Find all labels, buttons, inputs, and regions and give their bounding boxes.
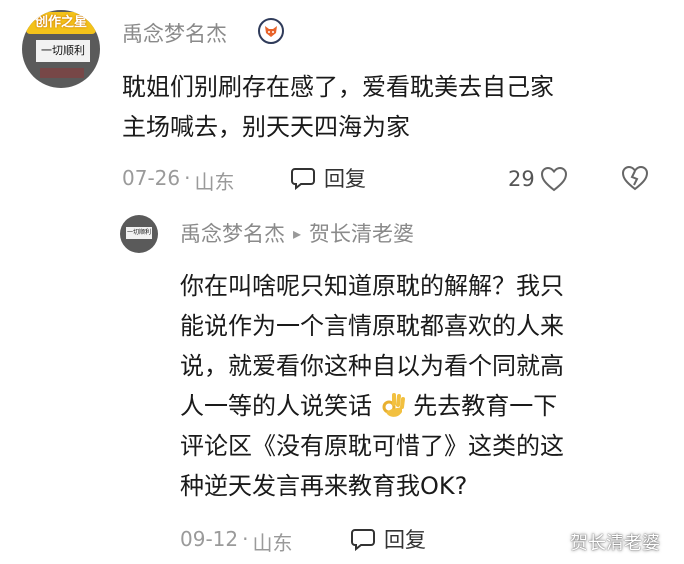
reply-button[interactable]: 回复	[290, 163, 366, 193]
reply-date: 09-12	[180, 527, 239, 551]
speech-bubble-icon	[351, 529, 375, 551]
avatar-decoration	[40, 68, 84, 78]
watermark-logo-icon	[547, 533, 565, 551]
watermark-text: 贺长清老婆	[570, 533, 660, 554]
avatar-banner: 创作之星	[26, 12, 96, 34]
reply-username[interactable]: 禹念梦名杰	[180, 218, 285, 248]
reply-text-line: 评论区《没有原耽可惜了》这类的这	[180, 432, 564, 460]
heart-outline-icon	[540, 166, 567, 192]
reply-location: 山东	[252, 531, 293, 555]
reply-label: 回复	[324, 167, 366, 191]
fox-badge-icon	[258, 18, 284, 44]
reply-text-segment: 先去教育一下	[413, 392, 558, 420]
avatar-plate: 一切顺利	[36, 40, 90, 62]
reply-text-line: 你在叫啥呢只知道原耽的解解？我只	[180, 272, 564, 300]
reply-arrow-icon: ▸	[293, 223, 302, 243]
comment-username[interactable]: 禹念梦名杰	[122, 18, 227, 48]
reply-button[interactable]: 回复	[350, 524, 426, 554]
broken-heart-icon	[621, 165, 649, 191]
comment-date: 07-26	[122, 166, 181, 190]
comment-text: 耽姐们别刷存在感了，爱看耽美去自己家 主场喊去，别天天四海为家	[122, 67, 672, 147]
comment-text-line: 主场喊去，别天天四海为家	[122, 113, 410, 141]
reply-text: 你在叫啥呢只知道原耽的解解？我只 能说作为一个言情原耽都喜欢的人来 说，就爱看你…	[180, 266, 670, 506]
comment-text-line: 耽姐们别刷存在感了，爱看耽美去自己家	[122, 73, 554, 101]
ok-hand-emoji	[382, 393, 405, 417]
reply-header: 禹念梦名杰 ▸ 贺长清老婆	[180, 218, 414, 248]
watermark: 贺长清老婆	[546, 529, 660, 555]
reply-avatar[interactable]: 一切顺利	[120, 215, 158, 253]
comment-meta: 07-26 · 山东	[122, 166, 234, 195]
reply-text-line: 说，就爱看你这种自以为看个同就高	[180, 352, 564, 380]
like-count: 29	[508, 167, 535, 191]
reply-text-line: 种逆天发言再来教育我OK?	[180, 472, 468, 500]
meta-separator: ·	[184, 166, 191, 190]
avatar-plate: 一切顺利	[126, 227, 152, 239]
dislike-button[interactable]	[620, 164, 650, 196]
comment-location: 山东	[194, 170, 235, 194]
reply-text-segment: 人一等的人说笑话	[180, 392, 372, 420]
reply-text-line: 能说作为一个言情原耽都喜欢的人来	[180, 312, 564, 340]
reply-text-line: 人一等的人说笑话 先去教育一下	[180, 386, 670, 426]
like-button[interactable]: 29	[508, 165, 569, 193]
meta-separator: ·	[242, 527, 249, 551]
speech-bubble-icon	[291, 168, 315, 190]
reply-label: 回复	[384, 528, 426, 552]
reply-target-username[interactable]: 贺长清老婆	[309, 218, 414, 248]
reply-meta: 09-12 · 山东	[180, 527, 292, 556]
avatar[interactable]: 创作之星 一切顺利	[22, 10, 100, 88]
